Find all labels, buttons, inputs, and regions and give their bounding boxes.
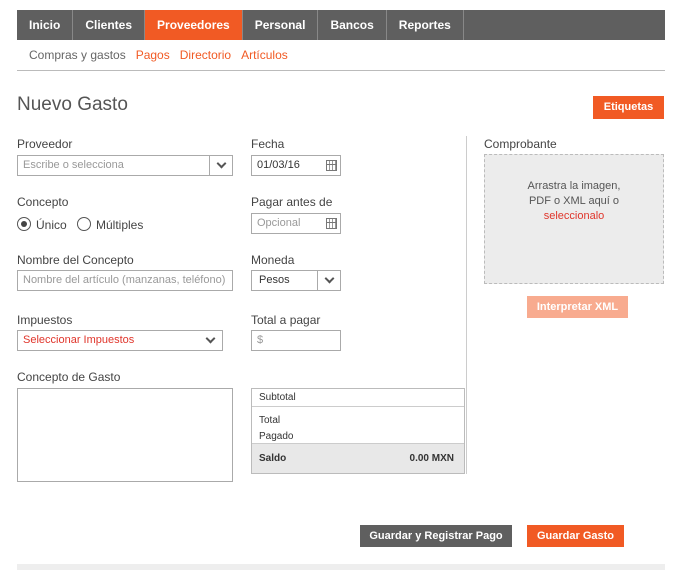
chevron-down-icon[interactable]	[199, 331, 222, 350]
moneda-label: Moneda	[251, 253, 295, 267]
footer-bar	[17, 564, 665, 570]
concepto-label: Concepto	[17, 195, 69, 209]
tab-bancos[interactable]: Bancos	[318, 10, 387, 40]
fecha-value: 01/03/16	[257, 159, 300, 171]
total-input[interactable]: $	[251, 330, 341, 351]
save-and-pay-button[interactable]: Guardar y Registrar Pago	[360, 525, 512, 547]
select-file-link[interactable]: seleccionalo	[485, 209, 663, 224]
pagado-label: Pagado	[259, 431, 294, 442]
impuestos-select[interactable]: Seleccionar Impuestos	[17, 330, 223, 351]
concepto-gasto-label: Concepto de Gasto	[17, 370, 121, 384]
save-expense-button[interactable]: Guardar Gasto	[527, 525, 624, 547]
totals-summary: Subtotal Total Pagado Saldo 0.00 MXN	[251, 388, 465, 474]
tab-reportes[interactable]: Reportes	[387, 10, 464, 40]
nombre-concepto-placeholder: Nombre del artículo (manzanas, teléfono)	[23, 274, 226, 286]
column-divider	[466, 136, 467, 474]
subtotal-label: Subtotal	[259, 392, 296, 403]
interpret-xml-button[interactable]: Interpretar XML	[527, 296, 628, 318]
subnav-compras-gastos[interactable]: Compras y gastos	[29, 48, 126, 62]
fecha-label: Fecha	[251, 137, 285, 151]
saldo-label: Saldo	[259, 453, 287, 464]
proveedor-placeholder: Escribe o selecciona	[23, 159, 124, 171]
page-title: Nuevo Gasto	[17, 94, 128, 115]
impuestos-value: Seleccionar Impuestos	[23, 334, 135, 346]
pagar-antes-placeholder: Opcional	[257, 217, 301, 229]
radio-multiples[interactable]	[77, 217, 91, 231]
tab-personal[interactable]: Personal	[243, 10, 319, 40]
calendar-icon[interactable]	[326, 218, 337, 229]
radio-multiples-label: Múltiples	[96, 218, 144, 232]
chevron-down-icon[interactable]	[317, 271, 340, 290]
total-placeholder: $	[257, 334, 264, 346]
moneda-select[interactable]: Pesos	[251, 270, 341, 291]
subnav-pagos[interactable]: Pagos	[136, 48, 170, 62]
file-dropzone[interactable]: Arrastra la imagen, PDF o XML aquí o sel…	[484, 154, 664, 284]
pagar-antes-label: Pagar antes de	[251, 195, 333, 209]
subnav-articulos[interactable]: Artículos	[241, 48, 288, 62]
divider	[252, 406, 464, 407]
moneda-value: Pesos	[259, 274, 290, 286]
total-label: Total a pagar	[251, 313, 321, 327]
saldo-row: Saldo 0.00 MXN	[252, 443, 464, 473]
subnav-directorio[interactable]: Directorio	[180, 48, 231, 62]
tab-clientes[interactable]: Clientes	[73, 10, 146, 40]
impuestos-label: Impuestos	[17, 313, 73, 327]
tab-proveedores[interactable]: Proveedores	[145, 10, 243, 40]
tab-inicio[interactable]: Inicio	[17, 10, 74, 40]
radio-unico-label: Único	[36, 218, 67, 232]
total-row-label: Total	[259, 415, 281, 426]
fecha-input[interactable]: 01/03/16	[251, 155, 341, 176]
proveedor-label: Proveedor	[17, 137, 73, 151]
chevron-down-icon[interactable]	[209, 156, 232, 175]
radio-unico[interactable]	[17, 217, 31, 231]
concepto-gasto-textarea[interactable]	[17, 388, 233, 482]
sub-navigation: Compras y gastos Pagos Directorio Artícu…	[17, 40, 665, 71]
saldo-value: 0.00 MXN	[409, 453, 454, 464]
comprobante-label: Comprobante	[484, 137, 557, 151]
top-navigation: Inicio Clientes Proveedores Personal Ban…	[17, 10, 665, 40]
dropzone-line-1: Arrastra la imagen,	[527, 180, 621, 192]
calendar-icon[interactable]	[326, 160, 337, 171]
dropzone-line-2: PDF o XML aquí o	[528, 195, 620, 207]
nombre-concepto-input[interactable]: Nombre del artículo (manzanas, teléfono)	[17, 270, 233, 291]
tags-button[interactable]: Etiquetas	[593, 96, 664, 119]
proveedor-select[interactable]: Escribe o selecciona	[17, 155, 233, 176]
nombre-concepto-label: Nombre del Concepto	[17, 253, 134, 267]
pagar-antes-input[interactable]: Opcional	[251, 213, 341, 234]
